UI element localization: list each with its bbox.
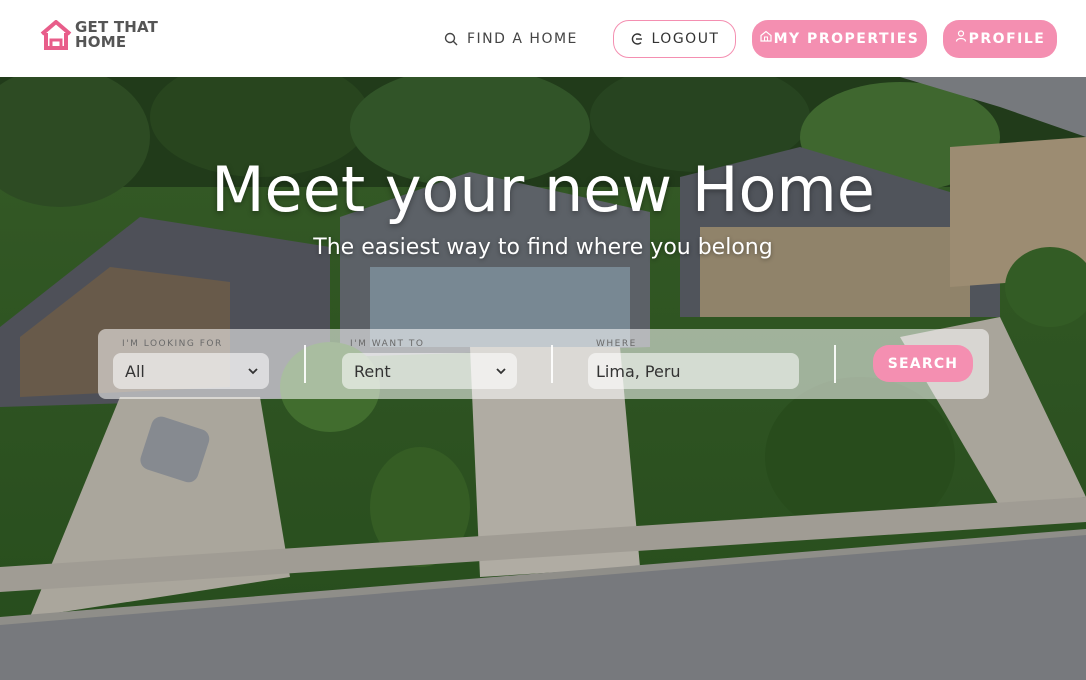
search-button[interactable]: SEARCH: [873, 345, 973, 382]
want-to-label: I'M WANT TO: [350, 339, 425, 349]
profile-button[interactable]: PROFILE: [943, 20, 1057, 58]
logo[interactable]: GET THAT HOME: [40, 20, 158, 50]
user-icon: [955, 30, 966, 42]
logout-icon: [631, 33, 642, 45]
chevron-down-icon: [248, 368, 258, 375]
looking-for-label: I'M LOOKING FOR: [122, 339, 223, 349]
divider: [304, 345, 306, 383]
where-label: WHERE: [596, 339, 637, 349]
my-properties-label: MY PROPERTIES: [773, 31, 920, 47]
logout-button[interactable]: LOGOUT: [613, 20, 736, 58]
top-nav: GET THAT HOME FIND A HOME LOGOUT MY PROP…: [0, 0, 1086, 77]
profile-label: PROFILE: [968, 31, 1046, 47]
looking-for-select[interactable]: All: [113, 353, 269, 389]
want-to-value: Rent: [354, 361, 391, 381]
logo-line-2: HOME: [75, 33, 127, 51]
hero-section: Meet your new Home The easiest way to fi…: [0, 77, 1086, 680]
find-home-link[interactable]: FIND A HOME: [444, 28, 578, 50]
hero-subtitle: The easiest way to find where you belong: [313, 235, 773, 260]
logout-label: LOGOUT: [651, 31, 720, 47]
looking-for-value: All: [125, 361, 145, 381]
divider: [551, 345, 553, 383]
divider: [834, 345, 836, 383]
where-input[interactable]: [588, 353, 799, 389]
my-properties-button[interactable]: MY PROPERTIES: [752, 20, 927, 58]
want-to-select[interactable]: Rent: [342, 353, 517, 389]
chevron-down-icon: [496, 368, 506, 375]
find-home-label: FIND A HOME: [467, 31, 578, 47]
hero-title: Meet your new Home: [211, 153, 875, 226]
search-icon: [444, 32, 458, 46]
house-logo-icon: [40, 20, 72, 50]
search-bar: I'M LOOKING FOR All I'M WANT TO Rent WHE…: [98, 329, 989, 399]
logo-text: GET THAT HOME: [75, 20, 158, 50]
home-icon: [760, 30, 772, 42]
